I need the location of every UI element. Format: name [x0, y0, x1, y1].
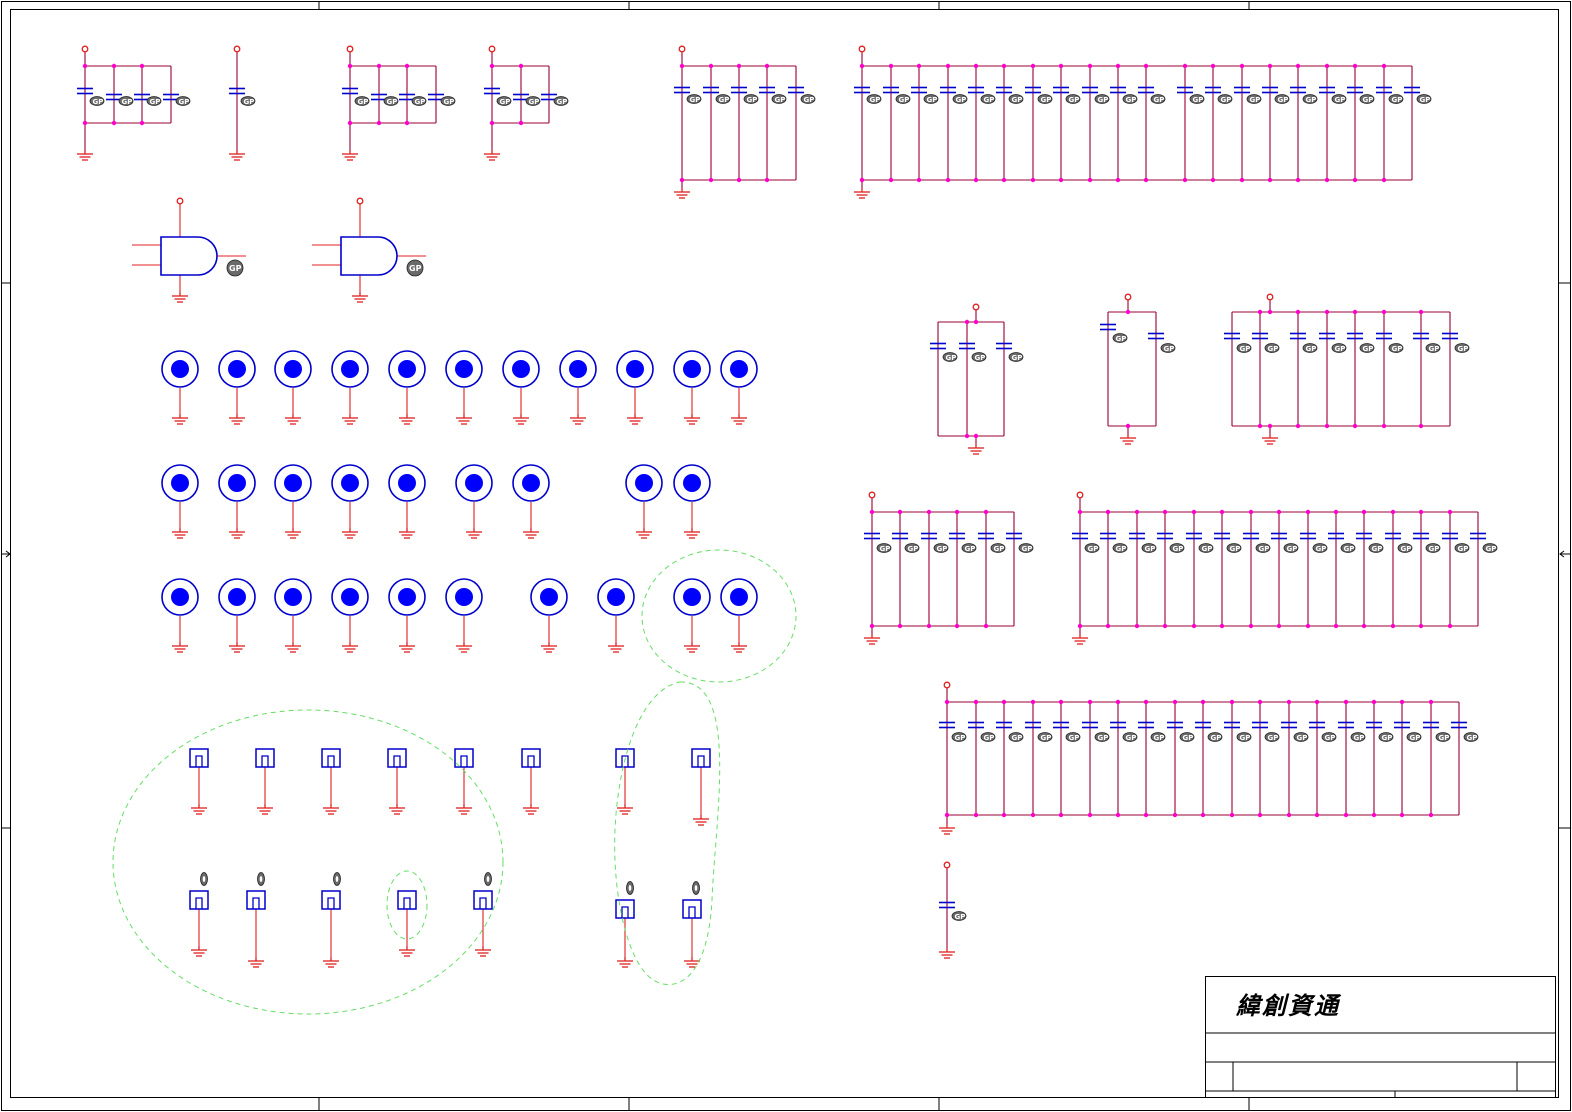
ground-symbol-icon — [1071, 633, 1089, 645]
power-port-icon — [943, 681, 951, 689]
test-pads — [189, 748, 711, 968]
ground-symbol-icon — [171, 413, 748, 653]
capacitor-icon — [853, 86, 1421, 94]
decap-single — [938, 861, 967, 959]
ground-symbol-icon — [1261, 433, 1279, 445]
ground-symbol-icon — [853, 187, 871, 199]
schematic-sheet: GP — [1, 1, 1571, 1111]
decap-group-i — [938, 681, 1479, 835]
power-port-icon — [1124, 293, 1132, 301]
power-port-icon — [943, 861, 951, 869]
do-not-install-marker-icon — [951, 732, 1479, 743]
decap-group-b — [673, 45, 816, 199]
capacitor-icon — [929, 342, 1013, 350]
junction-dots — [1077, 509, 1453, 629]
junction-dots — [1125, 309, 1131, 429]
junction-dots — [1257, 309, 1424, 429]
do-not-install-marker-icon — [1084, 543, 1498, 554]
decap-group-g — [863, 491, 1034, 645]
and-gate-icon: GP GP — [132, 197, 426, 303]
power-port-icon — [868, 491, 876, 499]
svg-text:GP: GP — [409, 264, 422, 273]
ground-symbol-icon — [863, 633, 881, 645]
ground-symbol-icon — [673, 187, 691, 199]
power-port-icon — [81, 45, 496, 53]
decap-group-d — [929, 303, 1024, 455]
decap-group-h — [1071, 491, 1498, 645]
power-port-icon — [1266, 293, 1274, 301]
ground-symbol-icon — [76, 149, 501, 161]
note-outlines — [112, 549, 797, 1015]
do-not-install-marker-icon — [89, 96, 569, 107]
do-not-install-marker-icon — [866, 94, 1432, 105]
mounting-hole-icon — [161, 350, 758, 616]
junction-dots — [859, 63, 1387, 183]
capacitor-icon — [863, 532, 1023, 540]
power-port-icon — [678, 45, 686, 53]
power-port-icon — [858, 45, 866, 53]
decap-group-a — [76, 45, 569, 161]
power-port-icon — [972, 303, 980, 311]
ground-symbol-icon — [938, 947, 956, 959]
junction-dots — [679, 63, 770, 183]
capacitor-icon — [1099, 323, 1165, 340]
decap-group-f — [1223, 293, 1470, 445]
power-port-icon — [1076, 491, 1084, 499]
do-not-install-marker-icon — [1112, 333, 1176, 354]
mounting-holes — [161, 350, 758, 653]
decap-group-c — [853, 45, 1432, 199]
do-not-install-marker-icon — [942, 352, 1024, 363]
junction-dots — [944, 699, 1434, 818]
do-not-install-marker-icon — [1236, 343, 1470, 354]
ground-symbol-icon — [967, 443, 985, 455]
company-name: 緯創資通 — [1236, 991, 1340, 1020]
ground-symbol-icon — [938, 823, 956, 835]
ground-symbol-icon — [1119, 433, 1137, 445]
do-not-install-marker-icon — [200, 872, 700, 895]
do-not-install-marker-icon — [951, 911, 967, 922]
svg-text:GP: GP — [229, 264, 242, 273]
capacitor-icon — [1223, 332, 1459, 340]
decap-group-e — [1099, 293, 1176, 445]
